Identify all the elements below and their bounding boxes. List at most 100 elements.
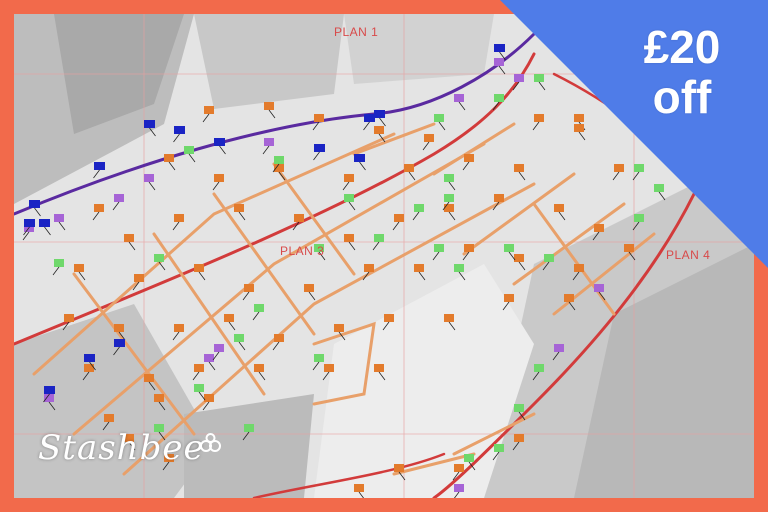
orange-marker <box>244 284 254 292</box>
orange-marker <box>204 106 214 114</box>
blue-marker <box>374 110 385 118</box>
discount-amount: £20 <box>643 21 721 73</box>
green-marker <box>454 264 464 272</box>
green-marker <box>184 146 194 154</box>
blue-marker <box>44 386 55 394</box>
purple-marker <box>204 354 214 362</box>
orange-marker <box>514 434 524 442</box>
orange-marker <box>304 284 314 292</box>
blue-marker <box>214 138 225 146</box>
green-marker <box>444 194 454 202</box>
plan-1-label: PLAN 1 <box>334 25 378 39</box>
orange-marker <box>214 174 224 182</box>
orange-marker <box>574 124 584 132</box>
green-marker <box>414 204 424 212</box>
orange-marker <box>144 374 154 382</box>
orange-marker <box>494 194 504 202</box>
green-marker <box>494 444 504 452</box>
orange-marker <box>534 114 544 122</box>
orange-marker <box>554 204 564 212</box>
orange-marker <box>564 294 574 302</box>
green-marker <box>314 354 324 362</box>
green-marker <box>534 364 544 372</box>
orange-marker <box>384 314 394 322</box>
orange-marker <box>394 464 404 472</box>
green-marker <box>374 234 384 242</box>
green-marker <box>514 404 524 412</box>
orange-marker <box>194 364 204 372</box>
orange-marker <box>74 264 84 272</box>
bee-icon <box>200 433 221 452</box>
green-marker <box>344 194 354 202</box>
orange-marker <box>444 204 454 212</box>
orange-marker <box>614 164 624 172</box>
orange-marker <box>514 164 524 172</box>
discount-text: £20 off <box>612 22 752 122</box>
orange-marker <box>124 234 134 242</box>
green-marker <box>444 174 454 182</box>
blue-marker <box>174 126 185 134</box>
purple-marker <box>494 58 504 66</box>
blue-marker <box>144 120 155 128</box>
green-marker <box>244 424 254 432</box>
blue-marker <box>39 219 50 227</box>
plan-4-label: PLAN 4 <box>666 248 710 262</box>
blue-marker <box>94 162 105 170</box>
orange-marker <box>224 314 234 322</box>
purple-marker <box>514 74 524 82</box>
orange-marker <box>464 244 474 252</box>
orange-marker <box>194 264 204 272</box>
orange-marker <box>574 264 584 272</box>
orange-marker <box>154 394 164 402</box>
orange-marker <box>344 234 354 242</box>
orange-marker <box>394 214 404 222</box>
discount-suffix: off <box>652 71 712 123</box>
orange-marker <box>104 414 114 422</box>
orange-marker <box>314 114 324 122</box>
green-marker <box>434 114 444 122</box>
orange-marker <box>324 364 334 372</box>
orange-marker <box>514 254 524 262</box>
blue-marker <box>29 200 40 208</box>
orange-marker <box>134 274 144 282</box>
purple-marker <box>594 284 604 292</box>
blue-marker <box>24 219 35 227</box>
blue-marker <box>364 114 375 122</box>
blue-marker <box>314 144 325 152</box>
ad-frame: PLAN 1 PLAN 3 PLAN 4 £20 off Stashbee <box>0 0 768 512</box>
green-marker <box>634 214 644 222</box>
orange-marker <box>454 464 464 472</box>
blue-marker <box>494 44 505 52</box>
green-marker <box>434 244 444 252</box>
orange-marker <box>334 324 344 332</box>
purple-marker <box>144 174 154 182</box>
green-marker <box>634 164 644 172</box>
green-marker <box>544 254 554 262</box>
orange-marker <box>344 174 354 182</box>
purple-marker <box>54 214 64 222</box>
blue-marker <box>114 339 125 347</box>
purple-marker <box>454 94 464 102</box>
purple-marker <box>454 484 464 492</box>
orange-marker <box>114 324 124 332</box>
orange-marker <box>404 164 414 172</box>
orange-marker <box>364 264 374 272</box>
orange-marker <box>424 134 434 142</box>
green-marker <box>194 384 204 392</box>
purple-marker <box>214 344 224 352</box>
orange-marker <box>374 364 384 372</box>
orange-marker <box>164 154 174 162</box>
orange-marker <box>374 126 384 134</box>
orange-marker <box>264 102 274 110</box>
blue-marker <box>354 154 365 162</box>
stashbee-logo: Stashbee <box>38 428 205 468</box>
orange-marker <box>234 204 244 212</box>
orange-marker <box>414 264 424 272</box>
green-marker <box>534 74 544 82</box>
plan-3-label: PLAN 3 <box>280 244 324 258</box>
orange-marker <box>444 314 454 322</box>
green-marker <box>54 259 64 267</box>
orange-marker <box>504 294 514 302</box>
green-marker <box>494 94 504 102</box>
purple-marker <box>264 138 274 146</box>
